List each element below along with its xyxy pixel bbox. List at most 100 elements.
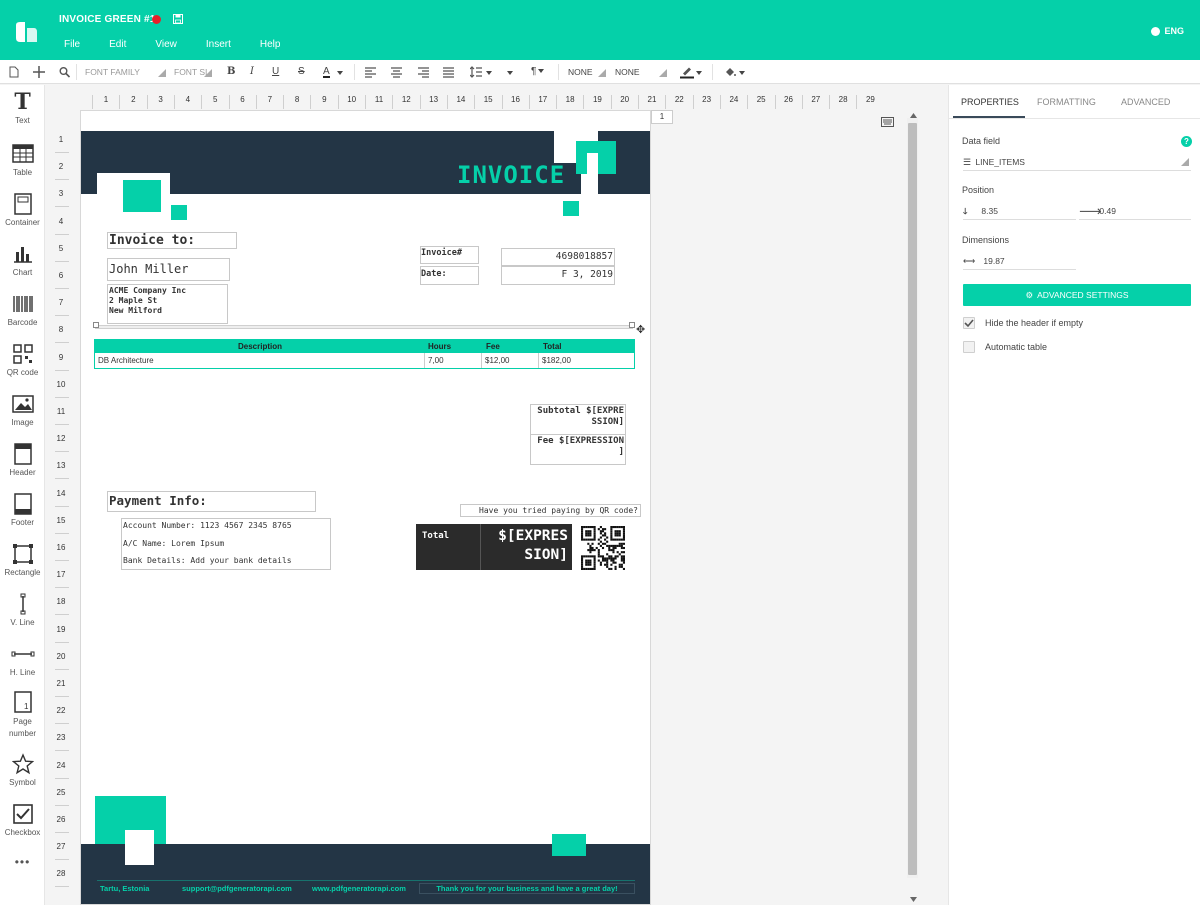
font-family-dropdown-icon[interactable] bbox=[158, 65, 166, 79]
tool-footer[interactable]: Footer bbox=[0, 493, 45, 527]
tool-v-line[interactable]: V. Line bbox=[0, 593, 45, 627]
list-dropdown-icon[interactable] bbox=[505, 65, 513, 79]
resize-handle-left[interactable] bbox=[93, 322, 99, 328]
menu-help[interactable]: Help bbox=[260, 39, 281, 50]
tool-image[interactable]: Image bbox=[0, 393, 45, 427]
border-style-dropdown-icon[interactable] bbox=[598, 65, 606, 79]
save-icon[interactable] bbox=[173, 14, 183, 24]
zoom-icon[interactable] bbox=[59, 65, 70, 79]
strikethrough-button[interactable]: S bbox=[298, 65, 305, 79]
align-right-icon[interactable] bbox=[418, 65, 429, 79]
border-width-dropdown-icon[interactable] bbox=[659, 65, 667, 79]
menu-insert[interactable]: Insert bbox=[206, 39, 231, 50]
tool-text[interactable]: T Text bbox=[0, 91, 45, 125]
tool-barcode[interactable]: Barcode bbox=[0, 293, 45, 327]
v-ruler-tick: 8 bbox=[50, 325, 72, 334]
position-top-input[interactable]: 🡓 8.35 bbox=[963, 202, 1076, 220]
payment-qr-code[interactable] bbox=[581, 526, 625, 570]
fill-color-dropdown-icon[interactable] bbox=[737, 65, 745, 79]
tool-checkbox[interactable]: Checkbox bbox=[0, 803, 45, 837]
tool-h-line[interactable]: H. Line bbox=[0, 643, 45, 677]
font-family-select[interactable]: FONT FAMILY bbox=[85, 65, 140, 79]
h-ruler-tick: 21 bbox=[638, 95, 665, 109]
help-icon[interactable]: ? bbox=[1181, 136, 1192, 147]
fee-expression[interactable]: Fee $[EXPRESSION ] bbox=[530, 434, 626, 465]
main-menu: File Edit View Insert Help bbox=[64, 39, 309, 50]
border-color-dropdown-icon[interactable] bbox=[694, 65, 702, 79]
border-color-icon[interactable] bbox=[680, 65, 694, 79]
v-ruler-tick: 2 bbox=[50, 162, 72, 171]
line-height-dropdown-icon[interactable] bbox=[484, 65, 492, 79]
paragraph-icon[interactable]: ¶ bbox=[531, 65, 544, 79]
fill-color-icon[interactable] bbox=[724, 65, 736, 79]
resize-handle-right[interactable] bbox=[629, 322, 635, 328]
tab-properties[interactable]: PROPERTIES bbox=[961, 97, 1019, 107]
data-field-select[interactable]: ☰ LINE_ITEMS bbox=[963, 153, 1191, 171]
h-ruler-tick: 12 bbox=[392, 95, 419, 109]
client-name[interactable]: John Miller bbox=[107, 258, 230, 281]
font-size-select[interactable]: FONT SI bbox=[174, 65, 207, 79]
tab-formatting[interactable]: FORMATTING bbox=[1037, 97, 1096, 107]
tool-header[interactable]: Header bbox=[0, 443, 45, 477]
v-ruler-tick: 3 bbox=[50, 189, 72, 198]
font-color-dropdown-icon[interactable] bbox=[335, 65, 343, 79]
app-logo-icon[interactable] bbox=[14, 21, 38, 43]
tool-page-number[interactable]: 1 Page number bbox=[0, 691, 45, 740]
vertical-scrollbar-thumb[interactable] bbox=[908, 123, 917, 875]
font-size-dropdown-icon[interactable] bbox=[204, 65, 212, 79]
invoice-to-label[interactable]: Invoice to: bbox=[107, 232, 237, 249]
align-left-icon[interactable] bbox=[365, 65, 376, 79]
tool-barcode-label: Barcode bbox=[8, 318, 38, 327]
border-width-select[interactable]: NONE bbox=[615, 65, 640, 79]
invoice-title[interactable]: INVOICE bbox=[457, 161, 563, 195]
total-box[interactable]: Total $[EXPRES SION] bbox=[416, 524, 572, 570]
tool-table[interactable]: Table bbox=[0, 143, 45, 177]
position-left-input[interactable]: 🡒 0.49 bbox=[1079, 202, 1191, 220]
font-color-button[interactable]: A bbox=[323, 65, 330, 78]
italic-button[interactable]: I bbox=[250, 65, 254, 79]
payment-details[interactable]: Account Number: 1123 4567 2345 8765 A/C … bbox=[121, 518, 331, 570]
tool-rectangle[interactable]: Rectangle bbox=[0, 543, 45, 577]
date-value[interactable]: F 3, 2019 bbox=[501, 266, 615, 285]
invoice-number-label[interactable]: Invoice# bbox=[420, 246, 479, 264]
new-page-icon[interactable] bbox=[9, 65, 19, 79]
invoice-number-value[interactable]: 4698018857 bbox=[501, 248, 615, 266]
selection-frame[interactable] bbox=[95, 325, 633, 329]
client-address[interactable]: ACME Company Inc 2 Maple St New Milford bbox=[107, 284, 228, 324]
tool-chart[interactable]: Chart bbox=[0, 243, 45, 277]
hide-header-checkbox[interactable] bbox=[963, 317, 975, 329]
align-center-icon[interactable] bbox=[391, 65, 402, 79]
menu-edit[interactable]: Edit bbox=[109, 39, 126, 50]
move-icon[interactable] bbox=[33, 65, 45, 79]
invoice-page[interactable]: INVOICE Invoice to: John Miller ACME Com… bbox=[80, 110, 651, 905]
tool-qr-code[interactable]: QR code bbox=[0, 343, 45, 377]
dimensions-width-input[interactable]: ⟷ 19.87 bbox=[963, 252, 1076, 270]
line-height-icon[interactable] bbox=[470, 65, 482, 79]
line-items-table[interactable]: Description Hours Fee Total DB Architect… bbox=[94, 339, 635, 369]
document-title[interactable]: INVOICE GREEN #1 bbox=[59, 14, 156, 25]
tab-advanced[interactable]: ADVANCED bbox=[1121, 97, 1170, 107]
more-tools-button[interactable]: ••• bbox=[0, 855, 45, 869]
date-label[interactable]: Date: bbox=[420, 266, 479, 285]
automatic-table-checkbox[interactable] bbox=[963, 341, 975, 353]
v-ruler-tick: 5 bbox=[50, 244, 72, 253]
language-selector[interactable]: ENG bbox=[1151, 26, 1184, 36]
h-ruler-tick: 15 bbox=[474, 95, 501, 109]
move-handle-icon[interactable]: ✥ bbox=[636, 325, 647, 336]
subtotal-expression[interactable]: Subtotal $[EXPRE SSION] bbox=[530, 404, 626, 435]
advanced-settings-button[interactable]: ⚙ADVANCED SETTINGS bbox=[963, 284, 1191, 306]
menu-file[interactable]: File bbox=[64, 39, 80, 50]
h-ruler-tick: 27 bbox=[802, 95, 829, 109]
scroll-up-icon[interactable] bbox=[910, 113, 917, 118]
payment-info-label[interactable]: Payment Info: bbox=[107, 491, 316, 512]
tool-container[interactable]: Container bbox=[0, 193, 45, 227]
tool-symbol[interactable]: Symbol bbox=[0, 753, 45, 787]
underline-button[interactable]: U bbox=[272, 65, 279, 79]
menu-view[interactable]: View bbox=[155, 39, 177, 50]
border-style-select[interactable]: NONE bbox=[568, 65, 593, 79]
align-justify-icon[interactable] bbox=[443, 65, 454, 79]
scroll-down-icon[interactable] bbox=[910, 897, 917, 902]
keyboard-icon[interactable] bbox=[881, 117, 894, 127]
bold-button[interactable]: B bbox=[227, 65, 235, 79]
qr-prompt[interactable]: Have you tried paying by QR code? bbox=[460, 504, 641, 517]
